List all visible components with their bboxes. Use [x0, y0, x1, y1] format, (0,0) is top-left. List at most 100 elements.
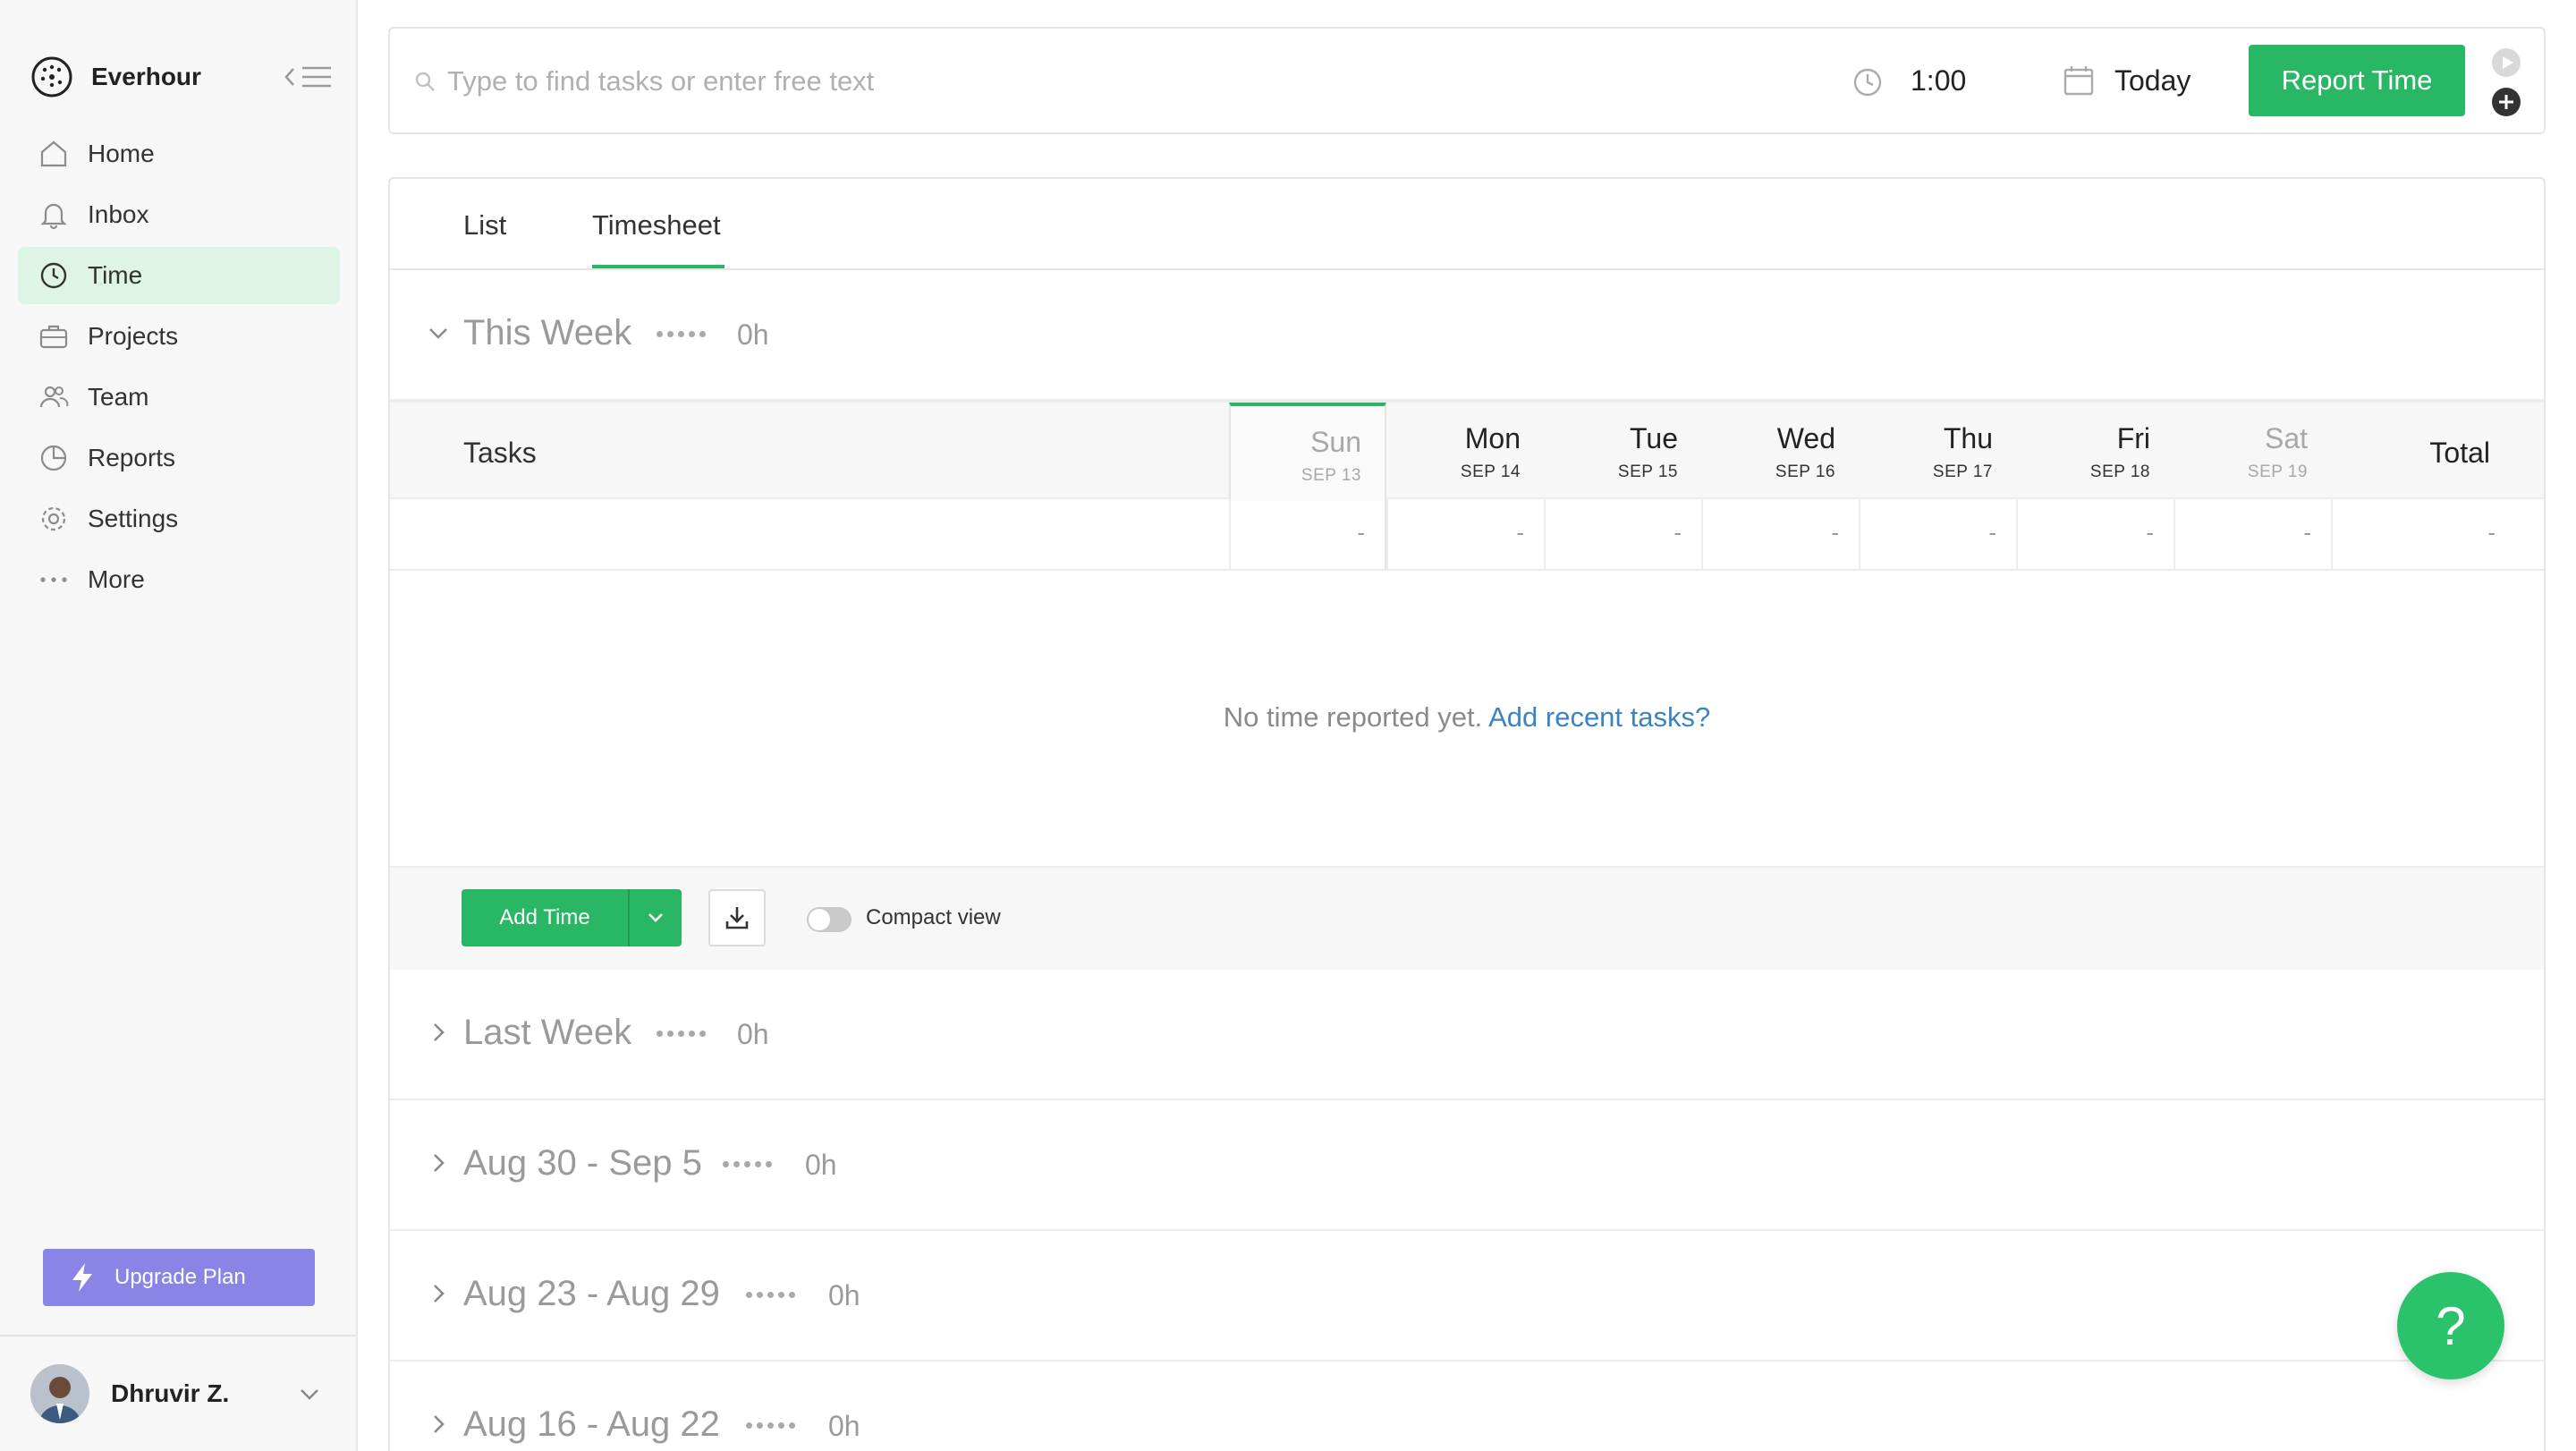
tab-list[interactable]: List [463, 209, 506, 242]
chevron-right-icon[interactable] [426, 1020, 451, 1045]
sidebar-item-more[interactable]: More [18, 551, 340, 608]
sidebar-item-label: Team [88, 383, 149, 411]
day-header-wed: Wed SEP 16 [1701, 403, 1859, 501]
calendar-icon [2063, 66, 2094, 96]
play-timer-icon[interactable] [2490, 47, 2522, 79]
bell-icon [38, 199, 70, 231]
day-date: SEP 19 [2247, 462, 2308, 481]
clock-icon [1853, 68, 1882, 97]
week-title: Aug 23 - Aug 29 [463, 1274, 720, 1313]
sidebar-item-label: Projects [88, 322, 179, 350]
week-total: 0h [828, 1279, 860, 1311]
day-name: Thu [1943, 422, 1993, 454]
day-date: SEP 14 [1460, 462, 1521, 481]
week-header-aug23-aug29[interactable]: Aug 23 - Aug 29 0h [390, 1231, 2544, 1362]
chevron-down-icon[interactable] [426, 320, 451, 345]
user-name: Dhruvir Z. [111, 1379, 230, 1407]
total-column-header: Total [2429, 437, 2490, 469]
sidebar-item-reports[interactable]: Reports [18, 429, 340, 487]
week-total: 0h [737, 318, 769, 351]
pie-chart-icon [38, 442, 70, 474]
sidebar-item-team[interactable]: Team [18, 369, 340, 426]
collapse-sidebar-icon[interactable] [283, 61, 335, 93]
time-entry-bar: 1:00 Today Report Time [388, 27, 2546, 134]
day-date: SEP 16 [1775, 462, 1835, 481]
sidebar-item-label: Reports [88, 444, 176, 471]
day-total-cell: - [2016, 499, 2174, 569]
app-root: Everhour Home Inbox Time Projects Team R… [0, 0, 2576, 1451]
chevron-down-icon[interactable] [297, 1381, 322, 1406]
timesheet-card: List Timesheet This Week 0h Tasks Sun SE… [388, 177, 2546, 1451]
week-total: 0h [737, 1018, 769, 1050]
export-button[interactable] [708, 889, 766, 946]
add-recent-tasks-link[interactable]: Add recent tasks? [1488, 701, 1710, 733]
chevron-right-icon[interactable] [426, 1412, 451, 1437]
week-total: 0h [828, 1410, 860, 1442]
week-header-last-week[interactable]: Last Week 0h [390, 970, 2544, 1100]
brand[interactable]: Everhour [30, 54, 335, 100]
sidebar-item-settings[interactable]: Settings [18, 490, 340, 547]
day-total-cell: - [1859, 499, 2016, 569]
help-icon: ? [2436, 1295, 2466, 1356]
clock-icon [38, 259, 70, 292]
week-header-aug16-aug22[interactable]: Aug 16 - Aug 22 0h [390, 1362, 2544, 1451]
day-date: SEP 17 [1932, 462, 1993, 481]
upgrade-plan-label: Upgrade Plan [114, 1265, 246, 1289]
help-button[interactable]: ? [2397, 1272, 2504, 1379]
empty-state-text: No time reported yet. [1223, 701, 1483, 733]
chevron-down-icon [648, 913, 663, 922]
week-progress-dots [746, 1422, 795, 1429]
week-total-cell: - [2331, 499, 2544, 569]
home-icon [38, 138, 70, 170]
search-icon [415, 72, 435, 91]
sidebar-item-inbox[interactable]: Inbox [18, 186, 340, 243]
timesheet-header-row: Tasks Sun SEP 13 Mon SEP 14 Tue SEP 15 W… [390, 401, 2544, 501]
compact-view-label: Compact view [866, 905, 1001, 929]
week-progress-dots [746, 1292, 795, 1298]
add-time-button[interactable]: Add Time [462, 889, 628, 946]
sidebar-item-home[interactable]: Home [18, 125, 340, 182]
empty-state: No time reported yet. Add recent tasks? [390, 701, 2544, 734]
week-title: Aug 16 - Aug 22 [463, 1404, 720, 1444]
date-picker[interactable]: Today [2114, 64, 2190, 98]
more-dots-icon [38, 564, 70, 596]
week-progress-dots [657, 331, 706, 337]
task-search-input[interactable] [447, 55, 1610, 107]
week-total: 0h [805, 1149, 837, 1181]
add-circle-icon[interactable] [2490, 86, 2522, 118]
add-time-dropdown-button[interactable] [628, 889, 682, 946]
week-title: Last Week [463, 1013, 632, 1052]
download-icon [725, 907, 749, 929]
people-icon [38, 381, 70, 413]
chevron-right-icon[interactable] [426, 1150, 451, 1175]
brand-name: Everhour [91, 63, 201, 90]
day-total-cell: - [1386, 499, 1544, 569]
day-name: Wed [1776, 422, 1835, 454]
day-header-fri: Fri SEP 18 [2016, 403, 2174, 501]
upgrade-plan-button[interactable]: Upgrade Plan [43, 1249, 315, 1306]
week-header-aug30-sep5[interactable]: Aug 30 - Sep 5 0h [390, 1100, 2544, 1231]
day-total-cell: - [1544, 499, 1701, 569]
chevron-right-icon[interactable] [426, 1281, 451, 1306]
day-total-cell: - [1229, 499, 1386, 569]
day-date: SEP 13 [1301, 466, 1361, 485]
day-header-thu: Thu SEP 17 [1859, 403, 2016, 501]
view-tabs: List Timesheet [390, 179, 2544, 270]
day-name: Sun [1310, 426, 1361, 458]
tab-timesheet[interactable]: Timesheet [592, 209, 721, 242]
day-total-cell: - [2174, 499, 2331, 569]
week-title: Aug 30 - Sep 5 [463, 1143, 702, 1183]
day-total-cell: - [1701, 499, 1859, 569]
day-date: SEP 18 [2089, 462, 2150, 481]
day-date: SEP 15 [1617, 462, 1678, 481]
day-name: Mon [1464, 422, 1521, 454]
duration-input[interactable]: 1:00 [1911, 64, 1966, 98]
sidebar-item-projects[interactable]: Projects [18, 308, 340, 365]
tasks-column-header: Tasks [463, 437, 537, 469]
report-time-button[interactable]: Report Time [2249, 45, 2465, 116]
user-menu[interactable]: Dhruvir Z. [0, 1335, 356, 1451]
week-header-this-week[interactable]: This Week 0h [390, 270, 2544, 401]
sidebar-item-time[interactable]: Time [18, 247, 340, 304]
sidebar: Everhour Home Inbox Time Projects Team R… [0, 0, 358, 1451]
compact-view-toggle[interactable] [807, 907, 852, 932]
